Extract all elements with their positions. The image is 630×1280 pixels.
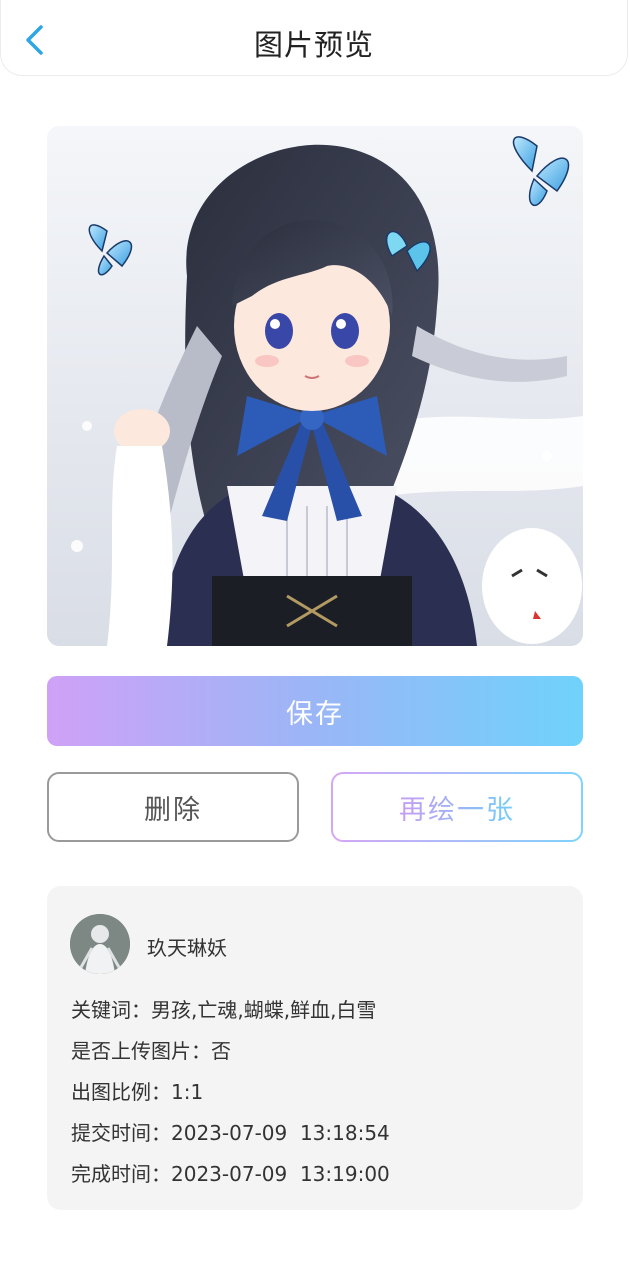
redraw-button[interactable]: 再绘一张 [331,772,583,842]
info-value: 否 [211,1039,231,1063]
save-button[interactable]: 保存 [47,676,583,746]
info-card: 玖天琳妖 关键词：男孩,亡魂,蝴蝶,鲜血,白雪 是否上传图片：否 出图比例：1:… [47,886,583,1210]
username: 玖天琳妖 [147,936,227,960]
header-bar: 图片预览 [0,0,628,76]
avatar-image [70,914,130,974]
generated-image-preview[interactable] [47,126,583,646]
info-value: 2023-07-09 13:18:54 [171,1121,390,1145]
avatar[interactable] [70,914,130,974]
info-value: 2023-07-09 13:19:00 [171,1162,390,1186]
info-label: 完成时间： [71,1162,171,1186]
info-row-keywords: 关键词：男孩,亡魂,蝴蝶,鲜血,白雪 [71,994,376,1023]
info-label: 出图比例： [71,1080,171,1104]
redraw-button-inner: 再绘一张 [333,774,581,840]
info-label: 关键词： [71,998,151,1022]
info-label: 是否上传图片： [71,1039,211,1063]
anime-girl-illustration [47,126,583,646]
delete-button[interactable]: 删除 [47,772,299,842]
page-title: 图片预览 [253,28,374,62]
info-row-upload: 是否上传图片：否 [71,1035,231,1064]
info-value: 男孩,亡魂,蝴蝶,鲜血,白雪 [151,998,377,1022]
info-row-submit-time: 提交时间：2023-07-09 13:18:54 [71,1117,390,1146]
info-value: 1:1 [171,1080,204,1104]
info-row-finish-time: 完成时间：2023-07-09 13:19:00 [71,1158,390,1187]
info-row-ratio: 出图比例：1:1 [71,1076,203,1105]
redraw-button-label: 再绘一张 [399,788,515,827]
info-label: 提交时间： [71,1121,171,1145]
